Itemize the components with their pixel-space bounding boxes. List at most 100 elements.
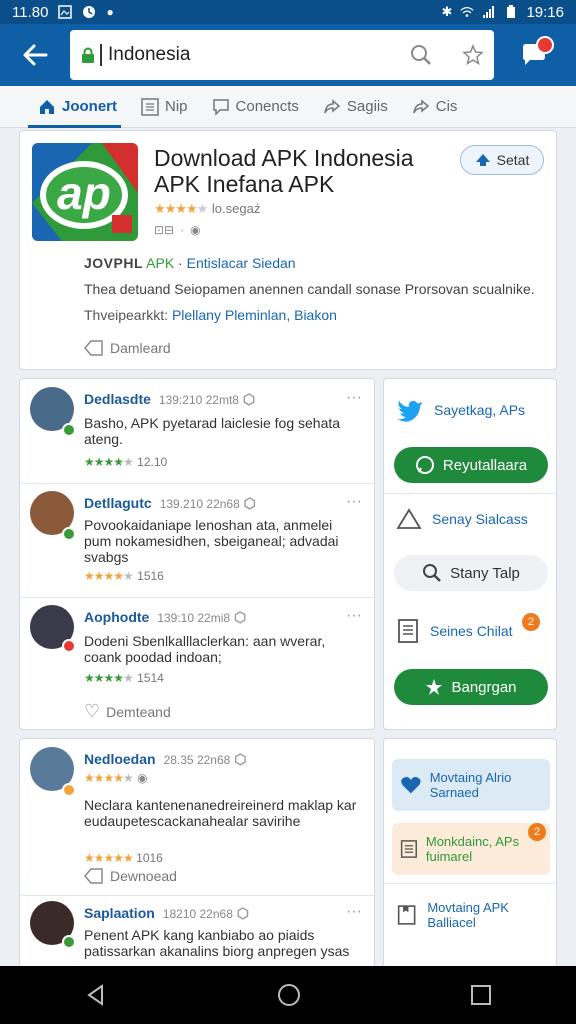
side-item-sales[interactable]: Senay Sialcass	[384, 501, 558, 537]
primary-action-button[interactable]: Bangrgan	[394, 669, 548, 705]
system-nav-bar	[0, 966, 576, 1024]
review-text: Basho, APK pyetarad laiclesie fog sehata…	[84, 415, 341, 447]
app-bar: Indonesia	[0, 24, 576, 86]
verified-icon	[62, 935, 76, 949]
download-label: Damleard	[110, 340, 171, 356]
verified-icon	[62, 527, 76, 541]
tab-conencts[interactable]: Conencts	[200, 86, 311, 128]
review-rating: 1516	[137, 569, 164, 583]
reviewer-name[interactable]: Detllagutc	[84, 495, 152, 511]
tile-label: Movtaing Alrio Sarnaed	[429, 770, 512, 800]
count-badge: 2	[522, 613, 540, 631]
review-time: 139:210 22mt8	[158, 393, 239, 407]
tag-icon	[84, 868, 103, 884]
tab-sagiis[interactable]: Sagiis	[311, 86, 400, 128]
review-download-button[interactable]: Dewnoead	[84, 867, 177, 885]
button-label: Bangrgan	[451, 678, 517, 696]
location-icon: ⬡	[234, 751, 247, 767]
location-icon: ⬡	[242, 391, 256, 407]
search-icon	[423, 564, 441, 582]
review-time: 139:10 22mi8	[157, 611, 231, 625]
tab-label: Joonert	[62, 98, 118, 115]
follow-button[interactable]: Setat	[460, 145, 544, 175]
review-text: Dodeni Sbenlkalllaclerkan: aan wverar, c…	[84, 633, 326, 665]
tab-home[interactable]: Joonert	[0, 86, 129, 128]
globe-icon: ◉	[190, 223, 201, 237]
app-tags: Thveipearkkt: Plellany Pleminlan, Biakon	[84, 307, 337, 323]
reviews-card: Nedloedan 28.35 22n68 ⬡ ★★★★★ ◉ Neclara k…	[19, 738, 375, 968]
more-icon[interactable]: ···	[346, 903, 362, 921]
tab-nip[interactable]: Nip	[129, 86, 200, 128]
heart-icon	[401, 777, 421, 794]
reviewer-name[interactable]: Dedlasdte	[84, 391, 151, 407]
dot-icon: ●	[106, 5, 114, 19]
brand-link[interactable]: Entislacar Siedan	[187, 255, 296, 271]
more-icon[interactable]: ···	[346, 493, 362, 511]
star-rating-icon: ★★★★★	[84, 851, 134, 865]
star-empty-icon: ★	[123, 771, 134, 785]
star-empty-icon: ★	[196, 201, 209, 216]
app-rating-text: lo.segaź	[211, 201, 261, 216]
side-panel: Sayetkag, APs Reyutallaara Senay Sialcas…	[383, 378, 557, 730]
star-empty-icon: ★	[123, 455, 134, 469]
search-icon[interactable]	[410, 44, 432, 66]
bookmark-icon	[397, 905, 416, 925]
reviewer-name[interactable]: Aophodte	[84, 609, 149, 625]
tab-label: Nip	[165, 98, 188, 115]
divider	[384, 883, 556, 884]
search-action-button[interactable]: Stany Talp	[394, 555, 548, 591]
side-tile-1[interactable]: Movtaing Alrio Sarnaed	[392, 759, 550, 811]
url-input[interactable]: Indonesia	[102, 44, 410, 66]
home-circle-icon[interactable]	[276, 982, 302, 1008]
download-button[interactable]: Damleard	[84, 339, 171, 357]
green-action-button[interactable]: Reyutallaara	[394, 447, 548, 483]
star-icon	[426, 679, 443, 695]
document-icon	[398, 619, 418, 643]
notification-button[interactable]	[494, 24, 576, 86]
review-time: 18210 22n68	[162, 907, 233, 921]
back-button[interactable]	[0, 24, 70, 86]
divider	[384, 493, 556, 494]
review-text: Neclara kantenenanedreireinerd maklap ka…	[84, 797, 357, 829]
star-rating-icon: ★★★★	[84, 671, 124, 685]
star-outline-icon[interactable]	[462, 44, 484, 66]
separator-dot: ·	[180, 223, 185, 237]
location-icon: ⬡	[233, 609, 247, 625]
tags-label: Thveipearkkt:	[84, 307, 169, 323]
home-icon	[40, 99, 54, 114]
review-rating: 12.10	[137, 455, 168, 469]
review-text: Povookaidaniape lenoshan ata, anmelei pu…	[84, 517, 339, 565]
side-item-label: Sayetkag, APs	[434, 402, 526, 418]
verified-icon	[62, 783, 76, 797]
triangle-icon	[396, 508, 422, 529]
image-icon	[58, 5, 73, 19]
brand-apk: APK	[146, 255, 175, 271]
recents-square-icon[interactable]	[470, 984, 492, 1006]
reviews-card: Dedlasdte 139:210 22mt8 ⬡ ··· Basho, APK …	[19, 378, 375, 730]
side-item-tile3[interactable]: Movtaing APK Balliacel	[384, 895, 558, 935]
url-bar[interactable]: Indonesia	[70, 30, 494, 80]
back-triangle-icon[interactable]	[84, 983, 108, 1007]
tab-label: Conencts	[235, 98, 299, 115]
reviewer-name[interactable]: Saplaation	[84, 905, 155, 921]
download-label: Dewnoead	[110, 868, 177, 884]
tags-links[interactable]: Plellany Pleminlan, Biakon	[172, 307, 337, 323]
review-time: 139.210 22n68	[159, 497, 240, 511]
tile-label: Monkdainc, APs fuimarel	[425, 834, 520, 864]
bluetooth-icon: ✱	[441, 4, 453, 19]
tab-cis[interactable]: Cis	[400, 86, 470, 128]
verified-icon	[62, 423, 76, 437]
more-icon[interactable]: ···	[346, 607, 362, 625]
app-logo-text: ap	[57, 167, 111, 219]
side-tile-2[interactable]: Monkdainc, APs fuimarel	[392, 823, 550, 875]
tag-icon	[84, 340, 103, 356]
star-rating-icon: ★★★★	[84, 569, 124, 583]
more-icon[interactable]: ···	[346, 389, 362, 407]
star-rating-icon: ★★★★	[84, 455, 124, 469]
reviewer-name[interactable]: Nedloedan	[84, 751, 156, 767]
side-item-twitter[interactable]: Sayetkag, APs	[384, 393, 558, 427]
app-rating: ★★★★★ lo.segaź	[154, 201, 260, 217]
app-brand: JOVPHL APK · Entislacar Siedan	[84, 255, 296, 271]
arrow-left-icon	[23, 44, 48, 66]
review-download-button[interactable]: ♡ Demteand	[84, 701, 171, 722]
